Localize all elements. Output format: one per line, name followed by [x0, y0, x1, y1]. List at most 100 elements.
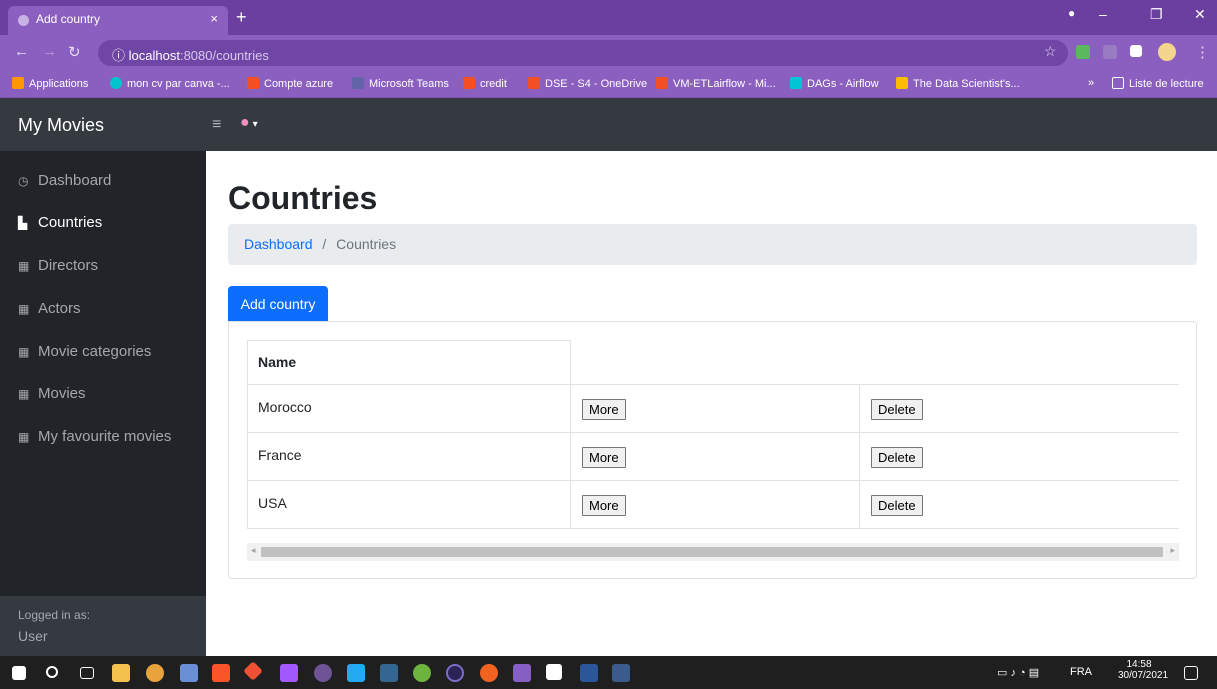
- sidebar-item-actors[interactable]: ▦ Actors: [18, 300, 81, 317]
- table-header-name: Name: [247, 340, 571, 385]
- sidebar-item-dashboard[interactable]: ◷ Dashboard: [18, 172, 111, 189]
- app-icon[interactable]: [180, 664, 198, 682]
- delete-button[interactable]: Delete: [871, 495, 923, 516]
- drive-icon: [896, 77, 908, 89]
- scroll-left-icon[interactable]: ◂: [251, 545, 256, 556]
- bookmark-item[interactable]: The Data Scientist's...: [896, 77, 1020, 90]
- bookmark-item[interactable]: credit: [463, 77, 507, 90]
- chart-area-icon: ▙: [18, 216, 28, 230]
- reading-list-button[interactable]: Liste de lecture: [1112, 77, 1204, 90]
- figma-icon[interactable]: [280, 664, 298, 682]
- forward-icon[interactable]: →: [42, 43, 57, 60]
- sidebar-toggle-icon[interactable]: ≡: [212, 116, 221, 134]
- table-cell-delete: Delete: [859, 432, 1179, 481]
- notifications-icon[interactable]: [1184, 666, 1198, 680]
- sidebar: ◷ Dashboard ▙ Countries ▦ Directors ▦ Actors…: [0, 151, 206, 656]
- address-bar-row: ← → ↻ ⓘ localhost:8080/countries ☆ ⋮: [0, 35, 1217, 71]
- sidebar-item-movie-categories[interactable]: ▦ Movie categories: [18, 343, 151, 360]
- tab-close-icon[interactable]: ×: [210, 11, 218, 26]
- new-tab-button[interactable]: +: [236, 7, 247, 28]
- address-input[interactable]: ⓘ localhost:8080/countries: [98, 40, 1068, 66]
- minimize-icon[interactable]: –: [1099, 6, 1107, 22]
- bookmark-star-icon[interactable]: ☆: [1044, 43, 1057, 60]
- chrome-icon[interactable]: [146, 664, 164, 682]
- sidebar-item-movies[interactable]: ▦ Movies: [18, 385, 86, 402]
- horizontal-scrollbar[interactable]: ◂ ▸: [247, 543, 1179, 561]
- bookmark-item[interactable]: DAGs - Airflow: [790, 77, 879, 90]
- window-close-icon[interactable]: ✕: [1194, 6, 1206, 23]
- postgresql-icon[interactable]: [380, 664, 398, 682]
- apps-grid-icon: [12, 77, 24, 89]
- word-icon[interactable]: [580, 664, 598, 682]
- table-cell-delete: Delete: [859, 480, 1179, 529]
- sidebar-item-directors[interactable]: ▦ Directors: [18, 257, 98, 274]
- virtualbox-icon[interactable]: [546, 664, 562, 680]
- chevron-down-icon: ▾: [252, 119, 258, 130]
- scroll-right-icon[interactable]: ▸: [1170, 545, 1175, 556]
- bookmark-item[interactable]: Compte azure: [247, 77, 333, 90]
- visual-studio-icon[interactable]: [513, 664, 531, 682]
- reload-icon[interactable]: ↻: [68, 43, 81, 61]
- breadcrumb: Dashboard / Countries: [228, 224, 1197, 265]
- restore-icon[interactable]: ❐: [1150, 6, 1163, 23]
- browser-tab[interactable]: Add country ×: [8, 6, 228, 35]
- site-info-icon[interactable]: ⓘ: [112, 48, 125, 63]
- spring-icon[interactable]: [413, 664, 431, 682]
- file-explorer-icon[interactable]: [112, 664, 130, 682]
- sidebar-footer: Logged in as: User: [0, 596, 206, 656]
- bookmark-item[interactable]: Microsoft Teams: [352, 77, 449, 90]
- back-icon[interactable]: ←: [14, 43, 29, 60]
- vscode-icon[interactable]: [347, 664, 365, 682]
- avatar[interactable]: [1158, 43, 1176, 61]
- postman-icon[interactable]: [480, 664, 498, 682]
- table-cell-name: Morocco: [247, 384, 571, 433]
- microsoft-icon: [247, 77, 259, 89]
- bookmark-item[interactable]: VM-ETLairflow - Mi...: [656, 77, 776, 90]
- table-icon: ▦: [18, 259, 30, 273]
- bookmark-item[interactable]: DSE - S4 - OneDrive: [528, 77, 647, 90]
- extension-icon[interactable]: [1076, 45, 1090, 59]
- delete-button[interactable]: Delete: [871, 399, 923, 420]
- task-view-icon[interactable]: [80, 667, 94, 679]
- eclipse-icon[interactable]: [446, 664, 464, 682]
- table-icon: ▦: [18, 387, 30, 401]
- puzzle-icon[interactable]: [1130, 45, 1142, 57]
- table-icon: ▦: [18, 430, 30, 444]
- tray-icons[interactable]: ▭ ♪ ◔ ▤: [997, 666, 1039, 679]
- sidebar-item-countries[interactable]: ▙ Countries: [18, 214, 102, 231]
- more-bookmarks-icon[interactable]: »: [1088, 77, 1094, 89]
- clock-time: 14:58: [1126, 659, 1152, 670]
- sidebar-item-label: Dashboard: [38, 172, 112, 189]
- git-icon[interactable]: [243, 661, 263, 681]
- menu-kebab-icon[interactable]: ⋮: [1195, 43, 1210, 61]
- clock[interactable]: 14:58 30/07/2021: [1118, 659, 1169, 681]
- add-country-button[interactable]: Add country: [228, 286, 328, 321]
- dashboard-icon: ◷: [18, 174, 29, 188]
- more-button[interactable]: More: [582, 447, 626, 468]
- search-icon[interactable]: [46, 666, 58, 678]
- profile-dot-icon[interactable]: ●: [1068, 6, 1075, 20]
- table-cell-name: France: [247, 432, 571, 481]
- windows-start-icon[interactable]: [12, 666, 26, 680]
- scrollbar-thumb[interactable]: [261, 547, 1163, 557]
- reading-list-icon: [1112, 77, 1124, 89]
- more-button[interactable]: More: [582, 495, 626, 516]
- sidebar-item-label: My favourite movies: [38, 428, 172, 445]
- breadcrumb-dashboard-link[interactable]: Dashboard: [244, 236, 313, 252]
- brave-icon[interactable]: [212, 664, 230, 682]
- app-brand[interactable]: My Movies: [18, 115, 104, 136]
- clock-date: 30/07/2021: [1118, 670, 1169, 681]
- bookmark-item[interactable]: mon cv par canva -...: [110, 77, 230, 90]
- language-indicator[interactable]: FRA: [1070, 666, 1092, 678]
- bookmark-item[interactable]: Applications: [12, 77, 88, 90]
- user-menu-button[interactable]: ● ▾: [240, 114, 258, 132]
- github-icon[interactable]: [314, 664, 332, 682]
- extension-icon[interactable]: [1103, 45, 1117, 59]
- microsoft-icon: [656, 77, 668, 89]
- tab-title: Add country: [36, 12, 101, 26]
- app-icon[interactable]: [612, 664, 630, 682]
- delete-button[interactable]: Delete: [871, 447, 923, 468]
- table-icon: ▦: [18, 345, 30, 359]
- sidebar-item-my-favourite-movies[interactable]: ▦ My favourite movies: [18, 428, 171, 445]
- more-button[interactable]: More: [582, 399, 626, 420]
